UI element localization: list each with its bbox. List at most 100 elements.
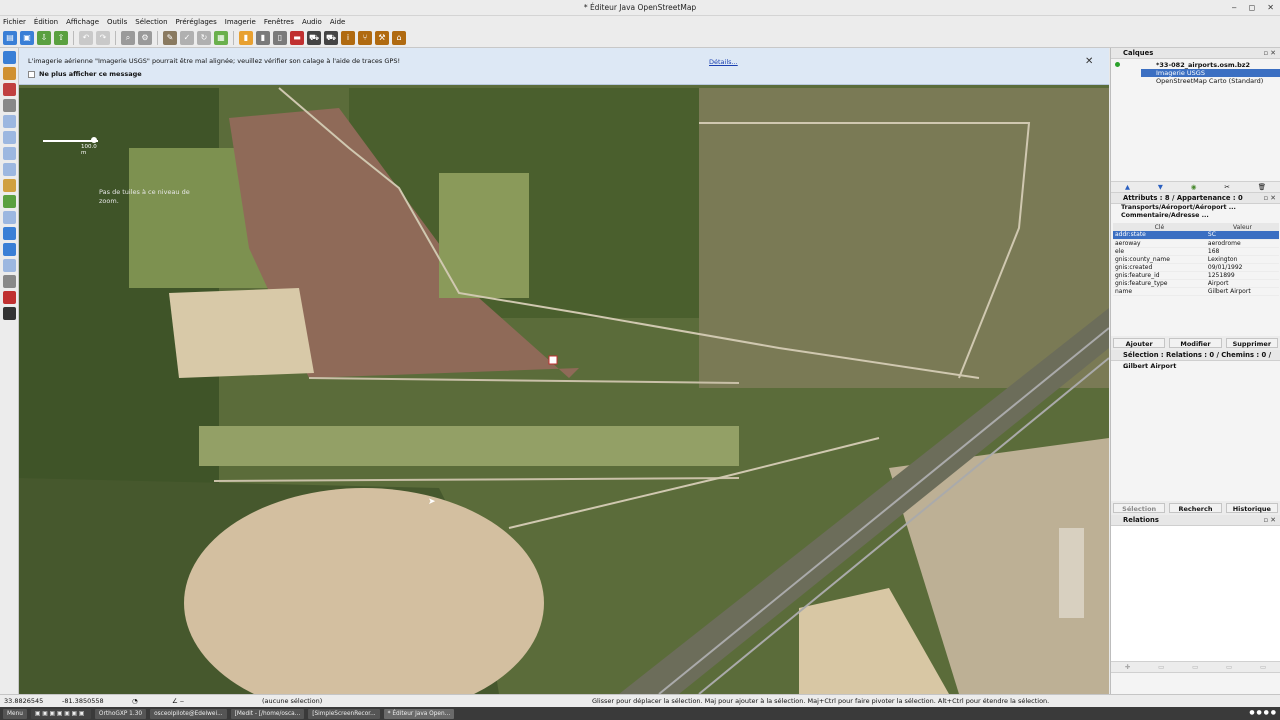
duplicate-relation-icon[interactable]: ▭ — [1192, 663, 1198, 671]
map-view[interactable]: 100.0 m Pas de tuiles à ce niveau de zoo… — [19, 48, 1109, 694]
way-icon[interactable] — [3, 163, 16, 176]
menu-fenetres[interactable]: Fenêtres — [264, 16, 294, 28]
expand-icon[interactable] — [3, 99, 16, 112]
node-icon[interactable] — [3, 147, 16, 160]
bus-icon[interactable]: ⛟ — [324, 30, 338, 45]
visibility-icon[interactable]: ◉ — [1191, 183, 1197, 191]
delete-relation-icon[interactable]: ▭ — [1226, 663, 1232, 671]
panel-controls-icon[interactable]: ▫ ✕ — [1264, 193, 1276, 204]
preset-address-link[interactable]: Commentaire/Adresse ... — [1121, 212, 1280, 220]
more-icon[interactable] — [3, 307, 16, 320]
menu-fichier[interactable]: Fichier — [3, 16, 26, 28]
refresh-icon[interactable]: ↻ — [197, 30, 211, 45]
table-row[interactable]: gnis:feature_type Airport — [1113, 279, 1279, 288]
quick-launch-icons[interactable]: ▣ ▣ ▣ ▣ ▣ ▣ ▣ — [30, 708, 91, 719]
upload-icon[interactable]: ⇧ — [54, 30, 68, 45]
task-button-active[interactable]: * Éditeur Java Open... — [383, 708, 455, 719]
task-button[interactable]: osceolpilote@Edelwei... — [150, 708, 227, 719]
select-tool-icon[interactable] — [3, 51, 16, 64]
panel-controls-icon[interactable]: ▫ ✕ — [1264, 48, 1276, 59]
tray-icons[interactable]: ● ● ● ● — [1249, 709, 1276, 716]
redo-icon[interactable]: ↷ — [96, 30, 110, 45]
menu-imagerie[interactable]: Imagerie — [225, 16, 256, 28]
table-row[interactable]: gnis:created 09/01/1992 — [1113, 263, 1279, 272]
table-row[interactable]: ele 168 — [1113, 247, 1279, 256]
dont-show-checkbox[interactable]: Ne plus afficher ce message — [28, 70, 142, 78]
task-button[interactable]: [SimpleScreenRecor... — [308, 708, 380, 719]
maximize-button[interactable]: ◻ — [1249, 3, 1256, 12]
checkbox-icon[interactable] — [28, 70, 35, 78]
add-tag-button[interactable]: Ajouter — [1113, 337, 1166, 348]
layer-item[interactable]: OpenStreetMap Carto (Standard) — [1111, 77, 1280, 85]
preferences-icon[interactable]: ⚙ — [138, 30, 152, 45]
menu-affichage[interactable]: Affichage — [66, 16, 99, 28]
validate-icon[interactable]: ✓ — [180, 30, 194, 45]
info-icon[interactable]: i — [341, 30, 355, 45]
close-window-button[interactable]: ✕ — [1267, 3, 1274, 12]
area-icon[interactable] — [3, 195, 16, 208]
split-icon[interactable] — [3, 227, 16, 240]
add-relation-icon[interactable]: ✚ — [1125, 663, 1130, 671]
panel-controls-icon[interactable]: ▫ ✕ — [1264, 515, 1276, 526]
select-relation-icon[interactable]: ▭ — [1260, 663, 1266, 671]
delete-tag-button[interactable]: Supprimer — [1225, 337, 1278, 348]
measure-icon[interactable] — [3, 211, 16, 224]
relation-icon[interactable] — [3, 179, 16, 192]
restaurant-icon[interactable]: ⑂ — [358, 30, 372, 45]
wireframe-icon[interactable]: ✎ — [163, 30, 177, 45]
delete-layer-icon[interactable]: 🗑 — [1258, 183, 1266, 191]
menu-outils[interactable]: Outils — [107, 16, 127, 28]
tag-icon[interactable] — [3, 131, 16, 144]
table-row[interactable]: aeroway aerodrome — [1113, 239, 1279, 248]
move-up-icon[interactable]: ▲ — [1125, 183, 1130, 191]
select-button[interactable]: Sélection — [1113, 502, 1166, 513]
draw-tool-icon[interactable] — [3, 67, 16, 80]
search-button[interactable]: Recherch — [1169, 502, 1222, 513]
edit-relation-icon[interactable]: ▭ — [1158, 663, 1164, 671]
undo-icon[interactable]: ↶ — [79, 30, 93, 45]
save-icon[interactable]: ▣ — [20, 30, 34, 45]
marker-icon[interactable] — [3, 291, 16, 304]
industry-icon[interactable]: ⌂ — [392, 30, 406, 45]
list-item[interactable]: Gilbert Airport — [1123, 361, 1280, 371]
history-icon[interactable] — [3, 275, 16, 288]
history-button[interactable]: Historique — [1225, 502, 1278, 513]
task-button[interactable]: [Medit - [/home/osca... — [230, 708, 305, 719]
open-file-icon[interactable]: ▤ — [3, 30, 17, 45]
filter-icon[interactable] — [3, 259, 16, 272]
traffic-light-icon[interactable]: ▯ — [273, 30, 287, 45]
tools-icon[interactable]: ⚒ — [375, 30, 389, 45]
menu-edition[interactable]: Édition — [34, 16, 58, 28]
layer-item[interactable]: *33-082_airports.osm.bz2 — [1111, 61, 1280, 69]
edit-tag-button[interactable]: Modifier — [1169, 337, 1222, 348]
menu-selection[interactable]: Sélection — [135, 16, 167, 28]
improve-way-icon[interactable] — [3, 83, 16, 96]
building-icon[interactable]: ▬ — [290, 30, 304, 45]
minimize-button[interactable]: ‒ — [1232, 3, 1237, 12]
merge-icon[interactable]: ✂ — [1224, 183, 1229, 191]
details-link[interactable]: Détails... — [709, 58, 738, 66]
visible-icon[interactable] — [1115, 62, 1120, 67]
table-row[interactable]: addr:state SC — [1113, 231, 1279, 240]
layer-item[interactable]: Imagerie USGS — [1141, 69, 1280, 77]
start-menu-button[interactable]: Menu — [3, 708, 27, 719]
preset-icon[interactable]: ▮ — [239, 30, 253, 45]
close-notice-icon[interactable]: ✕ — [1085, 56, 1093, 67]
barrier-icon[interactable]: ▮ — [256, 30, 270, 45]
menu-aide[interactable]: Aide — [330, 16, 345, 28]
table-row[interactable]: gnis:county_name Lexington — [1113, 255, 1279, 264]
map-paint-icon[interactable]: ▦ — [214, 30, 228, 45]
task-button[interactable]: OrthoGXP 1.30 — [94, 708, 147, 719]
menu-audio[interactable]: Audio — [302, 16, 322, 28]
table-row[interactable]: name Gilbert Airport — [1113, 287, 1279, 296]
check-icon[interactable] — [3, 243, 16, 256]
download-icon[interactable]: ⇩ — [37, 30, 51, 45]
angle-icon: ∠ ‒ — [172, 697, 185, 705]
move-down-icon[interactable]: ▼ — [1158, 183, 1163, 191]
menu-prereglages[interactable]: Préréglages — [176, 16, 217, 28]
zoom-icon[interactable]: ⌕ — [121, 30, 135, 45]
new-layer-icon[interactable] — [3, 115, 16, 128]
car-icon[interactable]: ⛟ — [307, 30, 321, 45]
table-row[interactable]: gnis:feature_id 1251899 — [1113, 271, 1279, 280]
preset-airport-link[interactable]: Transports/Aéroport/Aéroport ... — [1121, 204, 1280, 212]
